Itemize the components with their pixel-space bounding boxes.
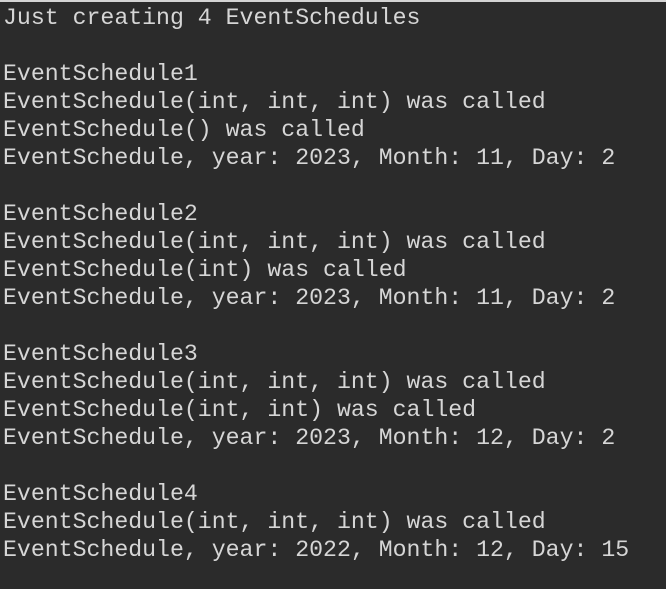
console-line: EventSchedule(int) was called [3, 257, 407, 283]
console-line: EventSchedule, year: 2023, Month: 11, Da… [3, 145, 616, 171]
console-line: EventSchedule(int, int) was called [3, 397, 477, 423]
console-line: EventSchedule1 [3, 61, 198, 87]
console-line: EventSchedule(int, int, int) was called [3, 509, 546, 535]
console-output: Just creating 4 EventSchedules EventSche… [0, 0, 666, 589]
console-line: EventSchedule, year: 2023, Month: 11, Da… [3, 285, 616, 311]
console-line: EventSchedule(int, int, int) was called [3, 369, 546, 395]
console-line: EventSchedule, year: 2023, Month: 12, Da… [3, 425, 616, 451]
console-line: Just creating 4 EventSchedules [3, 5, 421, 31]
console-line: EventSchedule4 [3, 481, 198, 507]
console-line: EventSchedule, year: 2022, Month: 12, Da… [3, 537, 630, 563]
console-line: EventSchedule3 [3, 341, 198, 367]
console-line: EventSchedule() was called [3, 117, 365, 143]
console-line: EventSchedule(int, int, int) was called [3, 89, 546, 115]
console-line: EventSchedule(int, int, int) was called [3, 229, 546, 255]
console-line: EventSchedule2 [3, 201, 198, 227]
